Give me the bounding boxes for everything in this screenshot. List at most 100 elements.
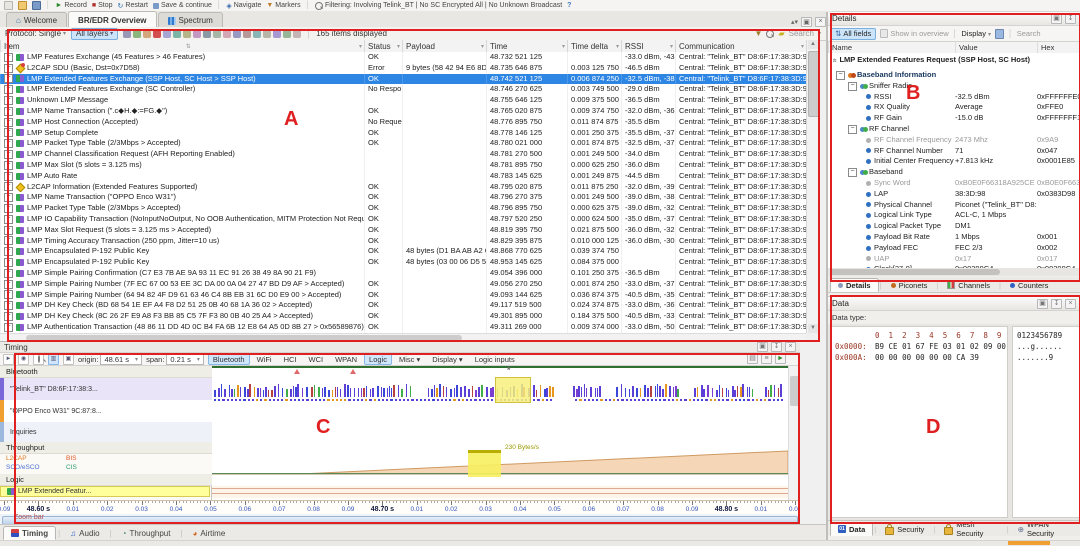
tab-throughput[interactable]: ◔Throughput xyxy=(114,526,179,540)
expand-icon[interactable]: + xyxy=(4,150,13,159)
expand-icon[interactable]: + xyxy=(4,161,13,170)
pan-tool-icon[interactable]: ◉ xyxy=(18,354,29,365)
column-header-payload[interactable]: Payload▾ xyxy=(402,40,486,52)
selection-highlight-box[interactable] xyxy=(495,377,531,403)
protocol-toolbar-icon-16[interactable] xyxy=(283,30,291,38)
details-row[interactable]: Initial Center Frequency ...+7.813 kHz0x… xyxy=(828,156,1080,167)
timing-section-throughput[interactable]: Throughput xyxy=(0,442,212,454)
timing-filter-logic[interactable]: Logic xyxy=(364,353,392,365)
table-row[interactable]: +LMP Name Transaction (".c◆H.◆:=FG.◆")OK… xyxy=(0,106,806,117)
table-row[interactable]: −LMP Extended Features Exchange (SSP Hos… xyxy=(0,74,806,85)
expand-icon[interactable]: + xyxy=(4,280,13,289)
search-box[interactable]: Search xyxy=(789,29,814,38)
details-header-row[interactable]: «LMP Extended Features Request (SSP Host… xyxy=(828,55,1080,66)
copy-icon[interactable] xyxy=(995,29,1004,39)
column-header-item[interactable]: Item⇅▾ xyxy=(0,40,364,52)
close-icon[interactable]: × xyxy=(1065,299,1076,309)
highlight-icon[interactable]: ▰ xyxy=(778,29,784,38)
collapse-icon[interactable]: « xyxy=(832,58,840,62)
details-row[interactable]: Logical Link TypeACL-C, 1 Mbps xyxy=(828,210,1080,221)
timing-filter-bluetooth[interactable]: Bluetooth xyxy=(208,353,250,365)
protocol-toolbar-icon-4[interactable] xyxy=(163,30,171,38)
tab-welcome[interactable]: ⌂Welcome xyxy=(6,12,67,27)
expand-icon[interactable]: + xyxy=(4,193,13,202)
details-row[interactable]: UAP0x170x017 xyxy=(828,254,1080,265)
details-row[interactable]: Sync Word0xB0E0F66318A925CE0xB0E0F6631..… xyxy=(828,178,1080,189)
filter-icon[interactable]: ▾ xyxy=(359,43,362,50)
table-row[interactable]: +LMP Auto Rate48.783 145 6250.001 249 87… xyxy=(0,171,806,182)
timing-row-lmp-extended[interactable]: LMP Extended Featur... xyxy=(0,486,210,497)
details-search-box[interactable]: Search xyxy=(1017,29,1041,38)
protocol-toolbar-icon-17[interactable] xyxy=(293,30,301,38)
tab-counters[interactable]: Counters xyxy=(1002,278,1056,292)
details-column-value[interactable]: Value xyxy=(955,42,1037,53)
timing-filter-logic-inputs[interactable]: Logic inputs xyxy=(470,353,520,365)
float-window-icon[interactable]: ▣ xyxy=(757,342,768,352)
protocol-toolbar-icon-1[interactable] xyxy=(133,30,141,38)
close-icon[interactable]: × xyxy=(785,342,796,352)
expand-icon[interactable]: + xyxy=(4,226,13,235)
filter-funnel-icon[interactable]: ▼ xyxy=(755,29,763,38)
table-row[interactable]: +LMP DH Key Check (BD 68 54 1E EF A4 F8 … xyxy=(0,300,806,311)
timing-filter-misc[interactable]: Misc ▾ xyxy=(394,353,425,365)
filter-icon[interactable]: ▾ xyxy=(801,43,804,50)
tab-airtime[interactable]: ◕Airtime xyxy=(185,526,234,540)
throughput-legend[interactable]: L2CAPBISSCO/eSCOCIS xyxy=(0,454,212,474)
filter-icon[interactable]: ▾ xyxy=(670,43,673,50)
options-icon[interactable]: ≡ xyxy=(761,354,772,364)
table-row[interactable]: +LMP Authentication Transaction (48 86 1… xyxy=(0,322,806,333)
expand-icon[interactable]: + xyxy=(4,118,13,127)
protocol-toolbar-icon-10[interactable] xyxy=(223,30,231,38)
table-row[interactable]: +LMP IO Capability Transaction (NoInputN… xyxy=(0,214,806,225)
filter-icon[interactable]: ▾ xyxy=(616,43,619,50)
pin-icon[interactable]: ▴▾ xyxy=(791,18,798,26)
record-button[interactable]: ►Record xyxy=(55,2,87,9)
details-row[interactable]: −Sniffer Radio xyxy=(828,81,1080,92)
timing-filter-wci[interactable]: WCI xyxy=(304,353,329,365)
expand-icon[interactable]: + xyxy=(4,301,13,310)
table-vertical-scrollbar[interactable]: ▲ ▼ xyxy=(806,40,819,333)
column-header-communication[interactable]: Communication▾ xyxy=(675,40,806,52)
lock-view-icon[interactable]: ▣ xyxy=(63,354,74,365)
protocol-mode-dropdown[interactable]: Protocol: Single▾ xyxy=(5,29,66,38)
protocol-toolbar-icon-13[interactable] xyxy=(253,30,261,38)
save-continue-button[interactable]: Save & continue xyxy=(153,2,212,9)
expand-icon[interactable]: + xyxy=(4,107,13,116)
table-row[interactable]: +LMP Simple Pairing Number (7F EC 67 00 … xyxy=(0,279,806,290)
timing-vertical-scrollbar[interactable] xyxy=(788,366,800,500)
expand-icon[interactable]: − xyxy=(836,71,845,80)
timing-device-telink[interactable]: "Telink_BT" D8:6F:17:38:3... xyxy=(0,378,212,400)
table-row[interactable]: +LMP Simple Pairing Confirmation (C7 E3 … xyxy=(0,268,806,279)
expand-icon[interactable]: + xyxy=(4,290,13,299)
details-row[interactable]: −RF Channel xyxy=(828,124,1080,135)
pin-icon[interactable]: ↧ xyxy=(771,342,782,352)
table-row[interactable]: +LMP Simple Pairing Number (64 94 82 4F … xyxy=(0,290,806,301)
details-row[interactable]: Logical Packet TypeDM1 xyxy=(828,221,1080,232)
details-row[interactable]: Payload Bit Rate1 Mbps0x001 xyxy=(828,232,1080,243)
expand-icon[interactable]: + xyxy=(4,269,13,278)
tab-spectrum[interactable]: Spectrum xyxy=(158,12,223,27)
expand-icon[interactable]: + xyxy=(4,64,13,73)
expand-icon[interactable]: + xyxy=(4,312,13,321)
expand-icon[interactable]: − xyxy=(4,74,13,83)
hex-bytes-view[interactable]: 0 1 2 3 4 5 6 7 8 90x0000:B9 CE 01 67 FE… xyxy=(830,326,1008,518)
details-row[interactable]: RF Gain-15.0 dB0xFFFFFFF1 xyxy=(828,113,1080,124)
timing-filter-wpan[interactable]: WPAN xyxy=(330,353,362,365)
layers-dropdown[interactable]: All layers ▾ xyxy=(71,28,118,40)
timing-filter-display[interactable]: Display ▾ xyxy=(427,353,467,365)
table-row[interactable]: +LMP Packet Type Table (2/3Mbps > Accept… xyxy=(0,203,806,214)
table-row[interactable]: +LMP Encapsulated P-192 Public KeyOK48 b… xyxy=(0,257,806,268)
details-row[interactable]: RX QualityAverage0xFFE0 xyxy=(828,102,1080,113)
expand-icon[interactable]: − xyxy=(848,168,857,177)
filtering-button[interactable]: Filtering: Involving Telink_BT | No SC E… xyxy=(315,2,562,10)
tab-mesh-security[interactable]: Mesh Security xyxy=(936,522,1005,536)
search-options-icon[interactable]: ▾ xyxy=(818,30,821,37)
expand-icon[interactable]: + xyxy=(4,215,13,224)
timing-device-oppo[interactable]: "OPPO Enco W31" 9C:87:8... xyxy=(0,400,212,422)
expand-icon[interactable]: + xyxy=(4,172,13,181)
expand-icon[interactable]: + xyxy=(4,53,13,62)
new-file-icon[interactable] xyxy=(4,1,13,10)
tab-security[interactable]: Security xyxy=(877,522,932,536)
export-image-icon[interactable]: ▤ xyxy=(747,354,758,364)
details-row[interactable]: LAP38:3D:980x0383D98 xyxy=(828,189,1080,200)
